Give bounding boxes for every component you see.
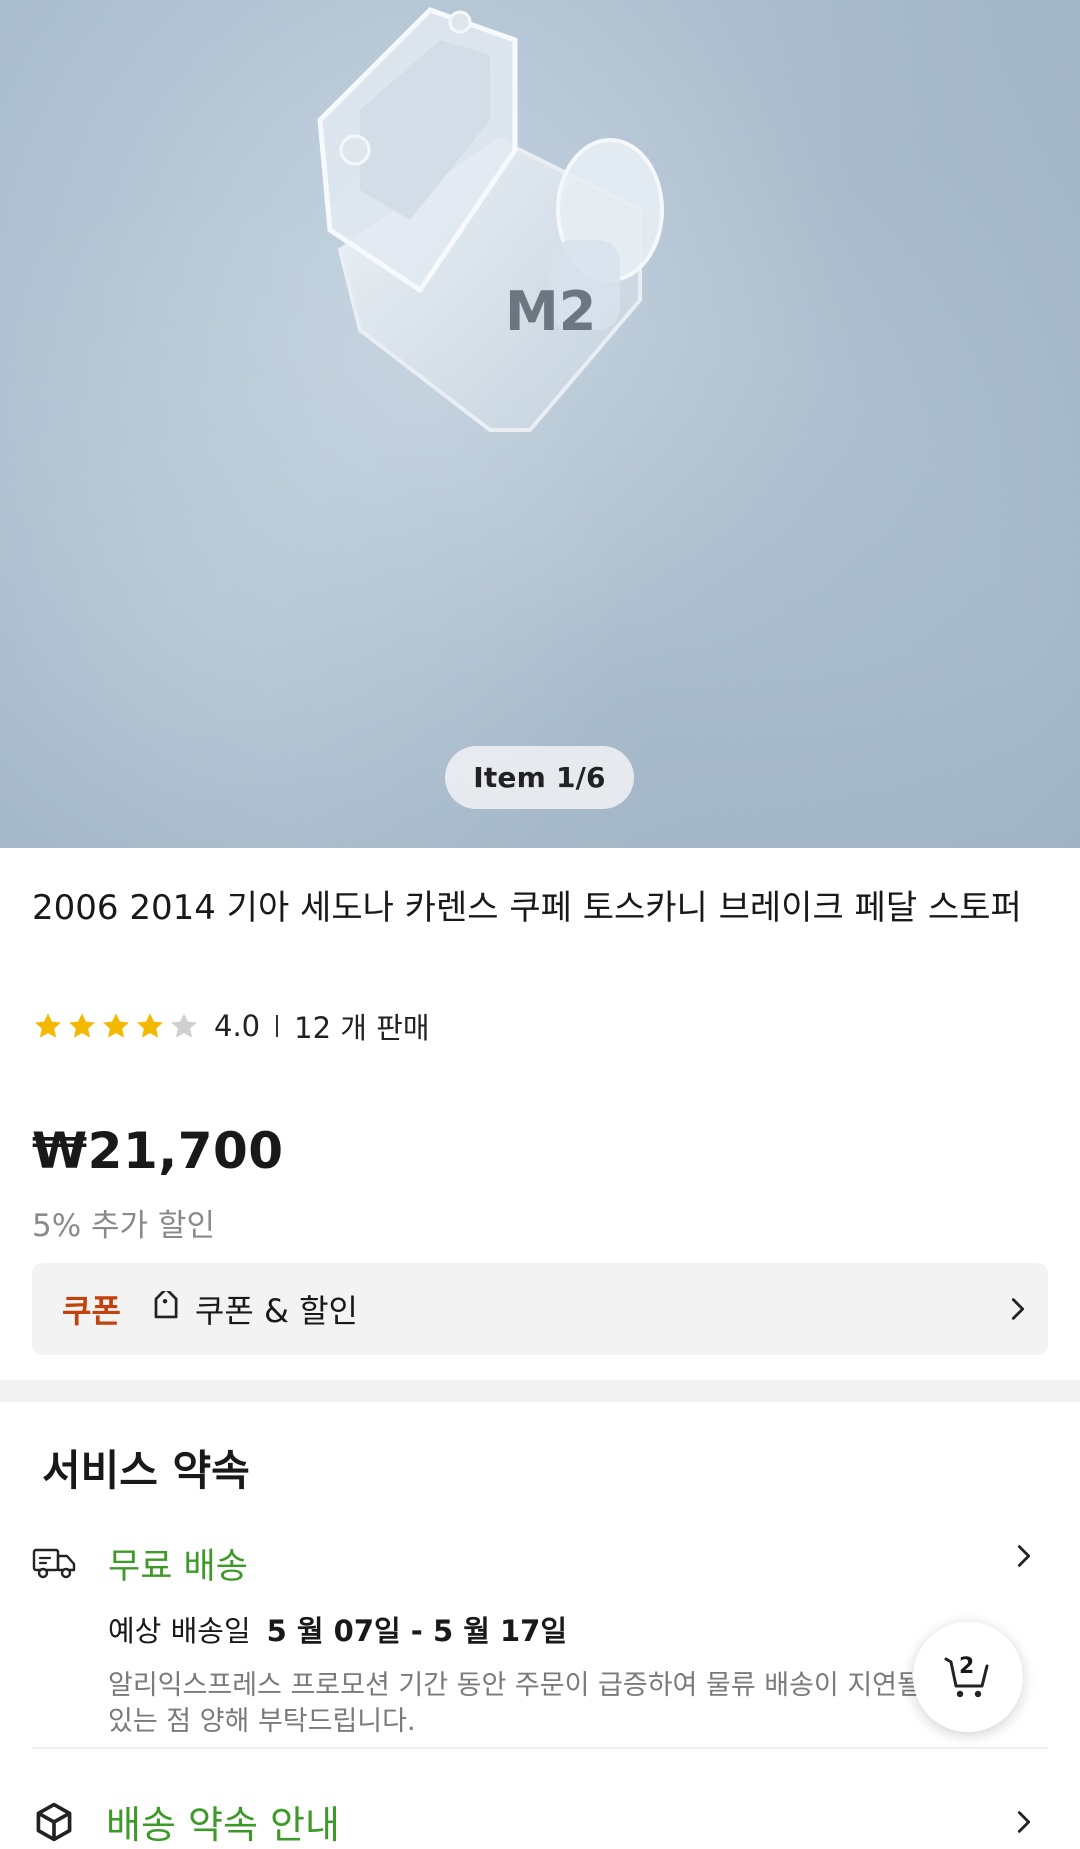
rating-stars	[32, 1010, 200, 1042]
box-icon	[36, 1802, 72, 1842]
image-counter: Item 1/6	[445, 746, 634, 809]
product-photo: M2	[317, 7, 664, 432]
free-shipping-label: 무료 배송	[108, 1547, 248, 1587]
coupon-label: 쿠폰 & 할인	[194, 1292, 358, 1330]
chevron-right-icon	[1017, 1545, 1031, 1567]
estimated-delivery: 예상 배송일 5 월 07일 - 5 월 17일	[108, 1608, 567, 1650]
cart-count: 2	[959, 1654, 975, 1679]
sold-count: 12 개 판매	[294, 1011, 430, 1045]
star-empty-icon	[171, 1013, 197, 1038]
tag-icon	[154, 1291, 178, 1319]
star-icon	[137, 1013, 163, 1038]
service-title: 서비스 약속	[42, 1446, 250, 1495]
truck-icon	[32, 1548, 76, 1579]
section-divider	[0, 1380, 1080, 1402]
eta-label: 예상 배송일	[108, 1614, 251, 1648]
cart-button[interactable]: 2	[913, 1622, 1023, 1732]
star-icon	[69, 1013, 95, 1038]
product-marking: M2	[505, 280, 596, 343]
eta-value: 5 월 07일 - 5 월 17일	[266, 1614, 568, 1648]
rating-divider	[276, 1015, 279, 1037]
star-icon	[35, 1013, 61, 1038]
free-shipping-row[interactable]: 무료 배송 예상 배송일 5 월 07일 - 5 월 17일 알리익스프레스 프로…	[32, 1542, 1048, 1737]
delivery-promise-row[interactable]: 배송 약속 안내	[32, 1800, 1048, 1847]
product-title: 2006 2014 기아 세도나 카렌스 쿠페 토스카니 브레이크 페달 스토퍼	[32, 888, 1022, 928]
rating-value: 4.0	[214, 1009, 261, 1043]
delivery-promise-label: 배송 약속 안내	[106, 1803, 340, 1847]
coupon-tag: 쿠폰	[62, 1292, 121, 1330]
rating-row[interactable]: 4.0 12 개 판매	[32, 1008, 430, 1045]
product-image-gallery[interactable]: M2 Item 1/6	[0, 0, 1080, 848]
row-divider	[32, 1747, 1048, 1749]
chevron-right-icon	[1017, 1811, 1031, 1833]
extra-discount: 5% 추가 할인	[32, 1208, 215, 1244]
star-icon	[103, 1013, 129, 1038]
delivery-notice: 알리익스프레스 프로모션 기간 동안 주문이 급증하여 물류 배송이 지연될 수…	[108, 1670, 956, 1737]
coupon-bar[interactable]: 쿠폰 쿠폰 & 할인	[32, 1263, 1048, 1355]
product-price: ₩21,700	[32, 1122, 284, 1180]
chevron-right-icon	[1011, 1298, 1025, 1320]
